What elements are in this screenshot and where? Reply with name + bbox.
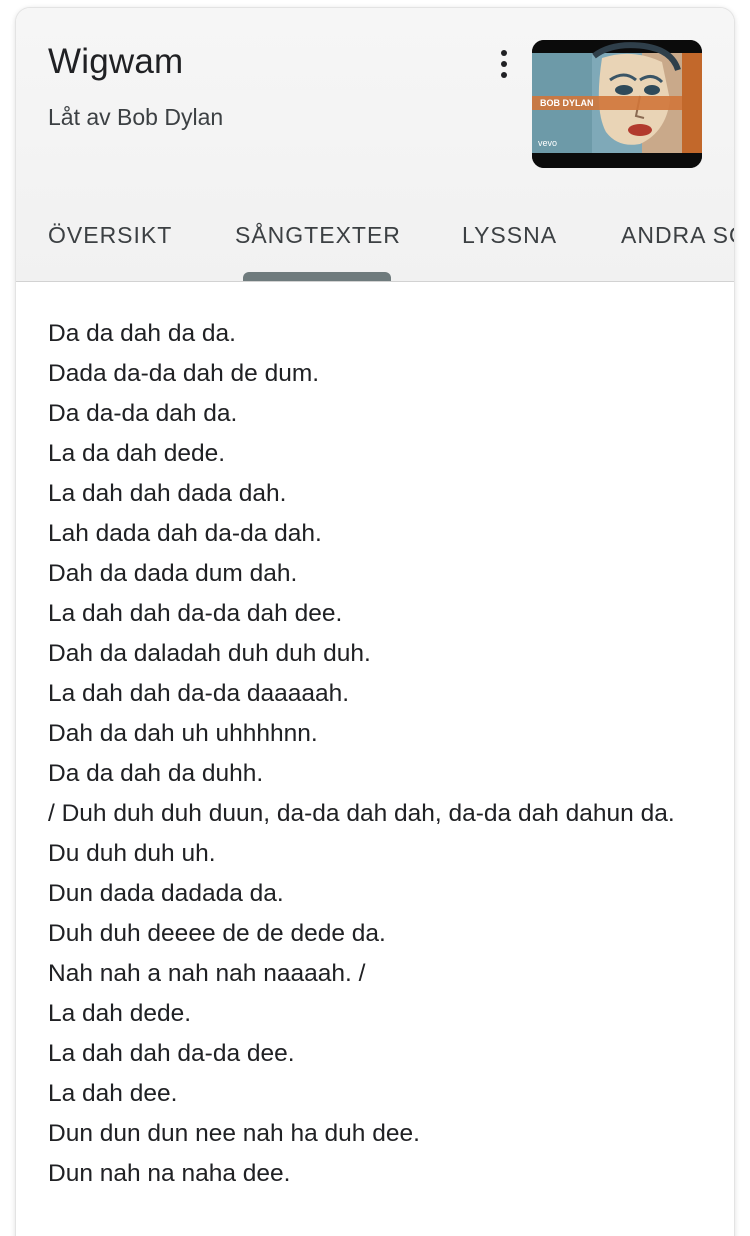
lyrics-line: Dah da dada dum dah.: [48, 560, 298, 587]
active-tab-indicator: [243, 272, 391, 281]
more-vert-icon-dot: [501, 50, 507, 56]
lyrics-line: Dah da dah uh uhhhhnn.: [48, 720, 318, 747]
svg-text:vevo: vevo: [538, 138, 557, 148]
lyrics-line: Duh duh deeee de de dede da.: [48, 920, 386, 947]
tab-lyssna[interactable]: LYSSNA: [462, 222, 557, 249]
page: Wigwam Låt av Bob Dylan BOB DYLAN vevo Ö…: [0, 0, 750, 1236]
more-options-button[interactable]: [492, 44, 516, 84]
lyrics-line: Da da-da dah da.: [48, 400, 238, 427]
lyrics-line: Dun dun dun nee nah ha duh dee.: [48, 1120, 420, 1147]
lyrics-line: Dun nah na naha dee.: [48, 1160, 291, 1187]
lyrics-list: Da da dah da da. Dada da-da dah de dum. …: [48, 314, 688, 1194]
lyrics-line: La dah dah dada dah.: [48, 480, 287, 507]
thumbnail-image: BOB DYLAN vevo: [532, 40, 702, 168]
svg-text:BOB DYLAN: BOB DYLAN: [540, 98, 594, 108]
lyrics-line: La dah dah da-da dah dee.: [48, 600, 343, 627]
tab-sangtexter[interactable]: SÅNGTEXTER: [235, 222, 401, 249]
more-vert-icon-dot: [501, 61, 507, 67]
lyrics-line: Dah da daladah duh duh duh.: [48, 640, 371, 667]
lyrics-line: La dah dede.: [48, 1000, 192, 1027]
card-header: Wigwam Låt av Bob Dylan BOB DYLAN vevo Ö…: [16, 8, 734, 282]
tab-andra-sokningar[interactable]: ANDRA SÖKNINGAR: [621, 222, 734, 249]
lyrics-line: / Duh duh duh duun, da-da dah dah, da-da…: [48, 800, 675, 827]
tab-oversikt[interactable]: ÖVERSIKT: [48, 222, 172, 249]
lyrics-line: La dah dah da-da dee.: [48, 1040, 295, 1067]
lyrics-line: Nah nah a nah nah naaaah. /: [48, 960, 366, 987]
tab-bar: ÖVERSIKT SÅNGTEXTER LYSSNA ANDRA SÖKNING…: [16, 204, 734, 281]
lyrics-line: Lah dada dah da-da dah.: [48, 520, 322, 547]
lyrics-line: La da dah dede.: [48, 440, 226, 467]
lyrics-line: Dada da-da dah de dum.: [48, 360, 320, 387]
lyrics-line: La dah dee.: [48, 1080, 178, 1107]
knowledge-card: Wigwam Låt av Bob Dylan BOB DYLAN vevo Ö…: [16, 8, 734, 1236]
lyrics-line: Da da dah da duhh.: [48, 760, 264, 787]
song-subtitle: Låt av Bob Dylan: [48, 104, 224, 130]
video-thumbnail[interactable]: BOB DYLAN vevo: [532, 40, 702, 168]
lyrics-line: Da da dah da da.: [48, 320, 236, 347]
song-title: Wigwam: [48, 42, 184, 81]
lyrics-line: Du duh duh uh.: [48, 840, 216, 867]
lyrics-line: La dah dah da-da daaaaah.: [48, 680, 350, 707]
lyrics-line: Dun dada dadada da.: [48, 880, 284, 907]
more-vert-icon-dot: [501, 72, 507, 78]
